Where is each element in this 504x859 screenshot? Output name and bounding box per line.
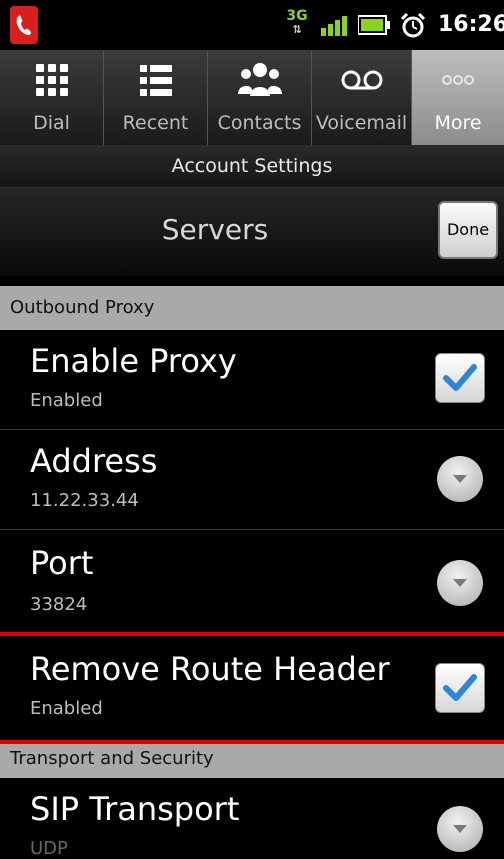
row-title: Address: [30, 442, 158, 480]
port-row[interactable]: Port 33824: [0, 530, 504, 636]
list-icon: [139, 65, 172, 96]
row-title: Enable Proxy: [30, 342, 237, 380]
voicemail-icon: [341, 70, 382, 90]
row-subtitle: Enabled: [30, 390, 103, 411]
enable-proxy-row[interactable]: Enable Proxy Enabled: [0, 330, 504, 430]
enable-proxy-checkbox[interactable]: [435, 353, 485, 403]
alarm-clock-icon: [400, 13, 426, 38]
status-bar: 3G ⇅ 16:26: [0, 0, 504, 50]
chevron-down-icon[interactable]: [437, 456, 483, 502]
signal-bars-icon: [321, 16, 347, 36]
checkmark-icon: [443, 674, 477, 701]
row-subtitle: 33824: [30, 594, 88, 615]
checkmark-icon: [443, 364, 477, 391]
tab-label: More: [434, 112, 482, 134]
done-button[interactable]: Done: [438, 201, 498, 259]
more-dots-icon: [442, 75, 474, 85]
row-title: Remove Route Header: [30, 650, 390, 688]
tab-label: Voicemail: [315, 112, 408, 134]
row-subtitle: 11.22.33.44: [30, 490, 139, 511]
tab-voicemail[interactable]: Voicemail: [312, 50, 412, 145]
tab-bar: Dial Recent Contacts Voicemail More: [0, 50, 504, 145]
tab-label: Contacts: [217, 112, 302, 134]
sip-transport-row[interactable]: SIP Transport UDP: [0, 778, 504, 859]
title-bar: Servers: [0, 187, 504, 276]
row-subtitle: Enabled: [30, 698, 103, 719]
tab-contacts[interactable]: Contacts: [208, 50, 312, 145]
dialpad-icon: [35, 64, 68, 96]
tab-recent[interactable]: Recent: [104, 50, 208, 145]
remove-route-header-row[interactable]: Remove Route Header Enabled: [0, 636, 504, 740]
data-arrows: ⇅: [292, 23, 302, 36]
phone-handset-icon: [10, 6, 38, 44]
tab-dial[interactable]: Dial: [0, 50, 104, 145]
tab-label: Dial: [33, 112, 70, 134]
section-header-outbound-proxy: Outbound Proxy: [0, 286, 504, 330]
section-header-transport-security: Transport and Security: [0, 744, 504, 778]
page-title: Servers: [161, 213, 269, 246]
account-settings-header: Account Settings: [0, 145, 504, 187]
row-title: Port: [30, 544, 94, 582]
battery-icon: [358, 15, 390, 35]
people-icon: [237, 63, 282, 96]
network-type-label: 3G: [286, 8, 308, 24]
tab-more[interactable]: More: [412, 50, 504, 145]
clock-time: 16:26: [438, 12, 504, 37]
address-row[interactable]: Address 11.22.33.44: [0, 430, 504, 530]
network-3g-icon: 3G ⇅: [283, 8, 311, 40]
chevron-down-icon[interactable]: [437, 806, 483, 852]
row-title: SIP Transport: [30, 790, 240, 828]
tab-label: Recent: [122, 112, 189, 134]
chevron-down-icon[interactable]: [437, 560, 483, 606]
remove-route-header-checkbox[interactable]: [435, 663, 485, 713]
